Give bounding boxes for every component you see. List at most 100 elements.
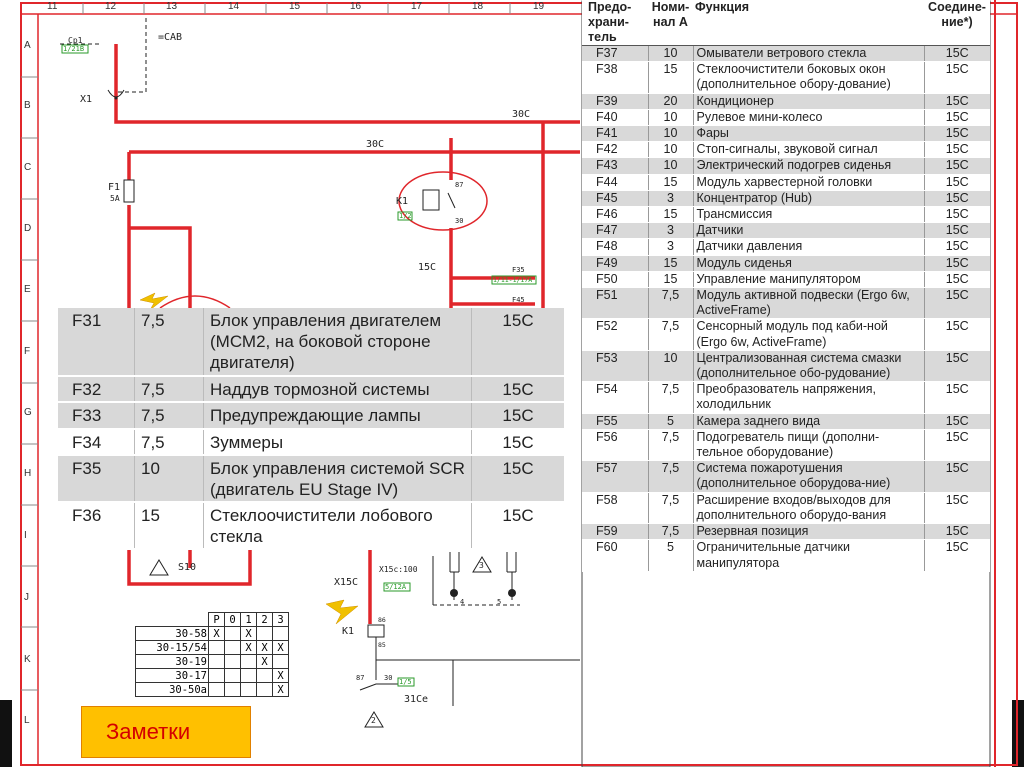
x15c-code: 5/12A	[385, 583, 407, 591]
fuse-function: Концентратор (Hub)	[693, 190, 925, 208]
table-header-row: Предо-храни-тель Номи-нал А Функция Соед…	[582, 0, 990, 46]
fuse-rating: 10	[648, 141, 694, 159]
fuse-id: F42	[582, 141, 649, 159]
table-row: F36 15 Стеклоочистители лобового стекла …	[58, 502, 564, 549]
fuse-function: Омыватели ветрового стекла	[693, 45, 925, 63]
fuse-function: Блок управления системой SCR (двигатель …	[203, 455, 472, 502]
fuse-rating: 3	[648, 238, 694, 256]
fuse-rating: 15	[134, 502, 204, 549]
fuse-connection: 15C	[471, 455, 564, 502]
switch-grid-header: 0	[224, 612, 241, 627]
table-row: F45 3 Концентратор (Hub) 15C	[582, 190, 990, 208]
switch-grid-cell: X	[256, 654, 273, 669]
fuse-rating: 15	[648, 271, 694, 289]
cab-label: =CAB	[158, 32, 183, 43]
k1-code: 1/2	[399, 212, 412, 220]
fuse-connection: 15C	[924, 255, 990, 272]
table-row: F33 7,5 Предупреждающие лампы 15C	[58, 402, 564, 429]
table-row: F32 7,5 Наддув тормозной системы 15C	[58, 376, 564, 403]
switch-grid-cell	[256, 668, 273, 683]
row-letter: E	[24, 284, 31, 295]
fuse-connection: 15C	[502, 506, 534, 525]
k1-lower-pin-86: 86	[378, 616, 386, 624]
fuse-connection: 15C	[924, 206, 990, 224]
fuse-id: F45	[582, 190, 649, 208]
table-row: F55 5 Камера заднего вида 15C	[582, 413, 990, 430]
table-row: F51 7,5 Модуль активной подвески (Ergo 6w,…	[582, 287, 990, 320]
switch-grid-row-label: 30-17	[135, 668, 209, 683]
fuse-rating: 3	[648, 190, 694, 208]
switch-grid-cell	[224, 626, 241, 641]
f35-code: 1/11-1/17A	[493, 276, 533, 284]
switch-grid-cell: X	[272, 682, 289, 697]
fuse-connection: 15C	[924, 190, 990, 208]
fuse-rating: 7,5	[648, 381, 694, 414]
fuse-id: F60	[582, 539, 649, 572]
fuse-connection: 15C	[924, 460, 990, 493]
f1-rating: 5A	[110, 194, 120, 203]
table-row: F44 15 Модуль харвестерной головки 15C	[582, 174, 990, 191]
fuse-id: F58	[582, 492, 649, 525]
fuse-function: Блок управления двигателем (МСМ2, на бок…	[203, 308, 472, 376]
fuse-connection: 15C	[924, 429, 990, 462]
fuse-connection: 15C	[924, 222, 990, 240]
fuse-connection: 15C	[924, 157, 990, 175]
ignition-switch-grid: P 0 1 2 3 30-58 X X 30-15/54 X X X 30-19…	[135, 612, 289, 697]
header-rating: Номи-нал А	[648, 0, 693, 46]
k1-pin-30: 30	[455, 217, 464, 225]
fuse-function: Ограничительные датчики манипулятора	[693, 539, 925, 572]
switch-grid-header: P	[208, 612, 225, 627]
fuse-rating: 15	[648, 174, 694, 191]
x15c-ref: X15c:100	[379, 565, 418, 574]
fuse-function: Модуль харвестерной головки	[693, 174, 925, 191]
table-row: F46 15 Трансмиссия 15C	[582, 206, 990, 224]
column-number: 17	[411, 1, 423, 12]
fuse-function: Преобразователь напряжения, холодильник	[693, 381, 925, 414]
notes-button[interactable]: Заметки	[81, 706, 251, 758]
table-row: F35 10 Блок управления системой SCR (дви…	[58, 455, 564, 502]
fuse-id: F54	[582, 381, 649, 414]
fuse-connection: 15C	[924, 539, 990, 572]
fuse-connection: 15C	[924, 350, 990, 383]
column-number: 15	[289, 1, 301, 12]
fuse-rating: 15	[648, 255, 694, 272]
table-row: F59 7,5 Резервная позиция 15C	[582, 523, 990, 541]
fuse-connection: 15C	[924, 174, 990, 191]
switch-grid-cell: X	[272, 640, 289, 655]
fuse-function: Модуль активной подвески (Ergo 6w, Activ…	[693, 287, 925, 320]
switch-grid-cell	[224, 682, 241, 697]
fuse-function: Система пожаротушения (дополнительное об…	[693, 460, 925, 493]
column-number-row: 11 12 13 14 15 16 17 18 19	[21, 1, 581, 13]
fuse-function: Камера заднего вида	[693, 413, 925, 430]
fuse-id: F35	[58, 455, 135, 502]
fuse-rating: 7,5	[134, 402, 204, 429]
switch-grid-cell	[208, 682, 225, 697]
fuse-rating: 7,5	[134, 308, 204, 376]
warning-number: 2	[371, 716, 376, 725]
header-holder: Предо-храни-тель	[582, 0, 648, 46]
switch-grid-row-label: 30-15/54	[135, 640, 209, 655]
switch-grid-cell	[256, 626, 273, 641]
switch-grid-row-label: 30-19	[135, 654, 209, 669]
fuse-id: F52	[582, 318, 649, 351]
fuse-function: Управление манипулятором	[693, 271, 925, 289]
fuse-rating: 10	[134, 455, 204, 502]
fuse-rating: 7,5	[648, 318, 694, 351]
fuse-function: Датчики давления	[693, 238, 925, 256]
fuse-id: F37	[582, 45, 649, 63]
fuse-rating: 7,5	[648, 492, 694, 525]
table-row: F53 10 Централизованная система смазки (до…	[582, 350, 990, 383]
warning-number: 3	[479, 561, 484, 570]
row-letter: C	[24, 162, 32, 173]
fuse-connection: 15C	[924, 523, 990, 541]
switch-grid-header: 2	[256, 612, 273, 627]
fuse-function: Стоп-сигналы, звуковой сигнал	[693, 141, 925, 159]
table-row: F39 20 Кондиционер 15C	[582, 93, 990, 110]
switch-grid-cell: X	[208, 626, 225, 641]
header-connection: Соедине-ние*)	[924, 0, 990, 46]
column-number: 11	[47, 1, 58, 12]
fuse-rating: 7,5	[648, 523, 694, 541]
fuse-id: F48	[582, 238, 649, 256]
fuse-connection: 15C	[924, 271, 990, 289]
fuse-function: Датчики	[693, 222, 925, 240]
